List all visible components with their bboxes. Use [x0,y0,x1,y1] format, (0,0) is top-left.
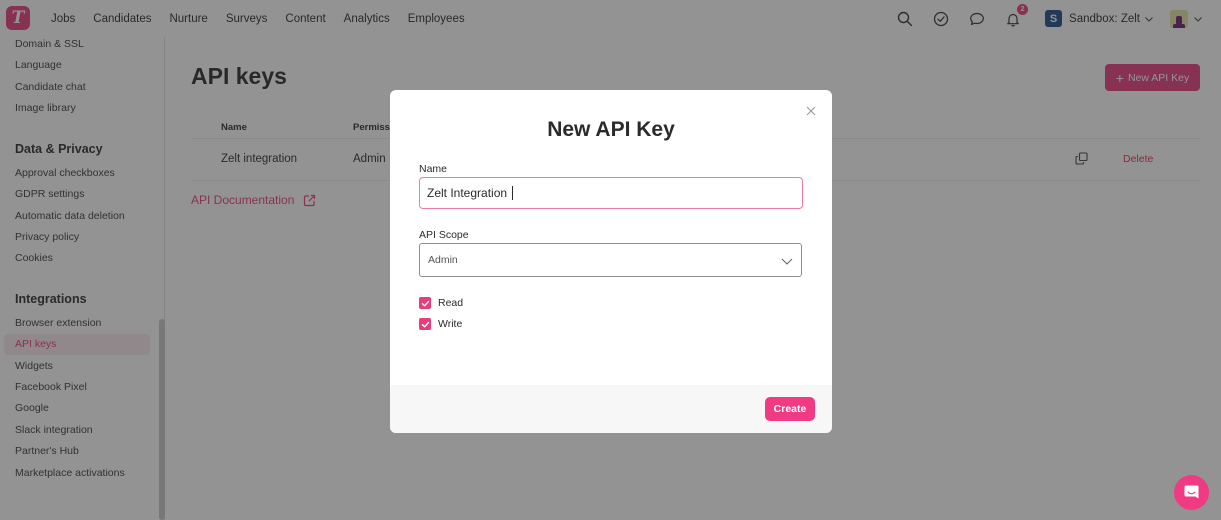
name-input[interactable] [419,177,803,209]
api-scope-select[interactable]: Admin [419,243,802,277]
create-button[interactable]: Create [765,397,815,421]
name-field-label: Name [419,163,448,175]
read-checkbox-row[interactable]: Read [419,297,463,309]
modal-footer: Create [390,385,832,433]
checkmark-icon [421,321,429,328]
read-checkbox-label: Read [438,297,464,309]
new-api-key-modal: New API Key Name API Scope Admin Read Wr… [390,90,832,433]
text-caret [512,186,513,200]
api-scope-label: API Scope [419,229,469,241]
chat-launcher-button[interactable] [1174,475,1209,510]
chat-bubble-icon [1184,485,1199,499]
api-scope-value: Admin [428,254,458,266]
modal-title: New API Key [547,118,675,141]
write-checkbox-label: Write [438,318,463,330]
write-checkbox[interactable] [419,318,431,330]
close-icon[interactable] [806,106,816,116]
chevron-down-icon [781,258,793,265]
write-checkbox-row[interactable]: Write [419,318,462,330]
checkmark-icon [421,300,429,307]
read-checkbox[interactable] [419,297,431,309]
